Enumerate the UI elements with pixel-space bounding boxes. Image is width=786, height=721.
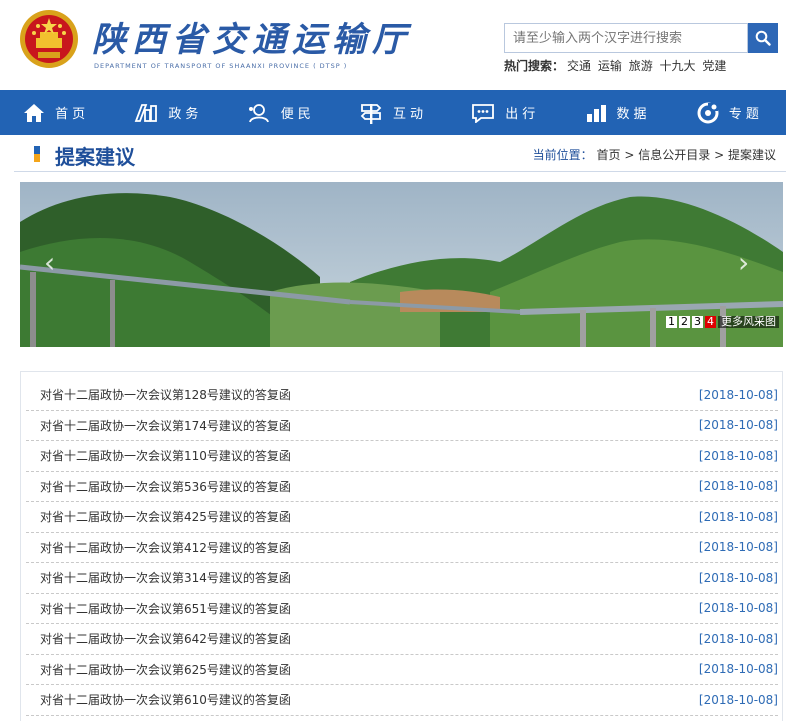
bar-chart-icon (586, 104, 606, 122)
list-item[interactable]: 对省十二届政协一次会议第536号建议的答复函 [2018-10-08] (26, 472, 778, 502)
nav-label: 互动 (392, 107, 427, 122)
nav-item-data[interactable]: 数据 (561, 90, 673, 135)
site-subtitle: DEPARTMENT OF TRANSPORT OF SHAANXI PROVI… (94, 62, 348, 70)
list-item-title[interactable]: 对省十二届政协一次会议第651号建议的答复函 (26, 600, 291, 617)
list-item[interactable]: 对省十二届政协一次会议第110号建议的答复函 [2018-10-08] (26, 441, 778, 472)
breadcrumb-label: 当前位置： (532, 148, 593, 162)
list-item[interactable]: 对省十二届政协一次会议第425号建议的答复函 [2018-10-08] (26, 502, 778, 533)
list-item-title[interactable]: 对省十二届政协一次会议第642号建议的答复函 (26, 630, 291, 647)
hot-keyword-link[interactable]: 旅游 (629, 59, 653, 73)
nav-label: 专题 (728, 107, 763, 122)
list-item-date: [2018-10-08] (698, 631, 778, 646)
list-item-title[interactable]: 对省十二届政协一次会议第412号建议的答复函 (26, 539, 291, 556)
signpost-icon (360, 103, 382, 124)
list-item-date: [2018-10-08] (698, 479, 778, 494)
list-item[interactable]: 对省十二届政协一次会议第625号建议的答复函 [2018-10-08] (26, 655, 778, 685)
list-item[interactable]: 对省十二届政协一次会议第642号建议的答复函 [2018-10-08] (26, 624, 778, 655)
search-input[interactable] (505, 24, 747, 52)
nav-item-interaction[interactable]: 互动 (337, 90, 449, 135)
nav-label: 首页 (55, 107, 90, 122)
home-icon (24, 103, 45, 122)
banner-next-arrow[interactable]: › (738, 246, 749, 279)
nav-label: 政务 (168, 107, 203, 122)
list-item-date: [2018-10-08] (698, 662, 778, 677)
message-icon (472, 103, 495, 123)
government-icon (135, 103, 158, 122)
list-item-date: [2018-10-08] (698, 570, 778, 585)
banner-pager: 1 2 3 4 更多风采图 (666, 316, 779, 328)
nav-item-home[interactable]: 首页 (0, 90, 112, 135)
list-item-title[interactable]: 对省十二届政协一次会议第425号建议的答复函 (26, 508, 291, 525)
breadcrumb-link-catalog[interactable]: 信息公开目录 (638, 148, 710, 162)
site-title[interactable]: 陕西省交通运输厅 (92, 12, 412, 61)
nav-label: 数据 (616, 107, 651, 122)
main-nav: 首页 政务 便民 互动 出行 数据 专题 (0, 90, 786, 135)
search-button[interactable] (748, 23, 778, 53)
hot-search-label: 热门搜索： (504, 59, 565, 73)
list-item-title[interactable]: 对省十二届政协一次会议第110号建议的答复函 (26, 447, 291, 464)
national-emblem-logo[interactable] (18, 8, 80, 70)
title-divider (14, 171, 786, 172)
list-item-date: [2018-10-08] (698, 418, 778, 433)
hot-keyword-link[interactable]: 十九大 (660, 59, 696, 73)
service-icon (248, 103, 269, 122)
list-item-date: [2018-10-08] (698, 387, 778, 402)
nav-label: 出行 (505, 107, 540, 122)
search-field[interactable] (504, 23, 748, 53)
list-item-date: [2018-10-08] (698, 509, 778, 524)
nav-item-topic[interactable]: 专题 (674, 90, 786, 135)
list-item-title[interactable]: 对省十二届政协一次会议第610号建议的答复函 (26, 691, 291, 708)
nav-item-travel[interactable]: 出行 (449, 90, 561, 135)
list-item-date: [2018-10-08] (698, 540, 778, 555)
list-item-title[interactable]: 对省十二届政协一次会议第625号建议的答复函 (26, 661, 291, 678)
list-item[interactable]: 对省十二届政协一次会议第610号建议的答复函 [2018-10-08] (26, 685, 778, 716)
nav-label: 便民 (280, 107, 315, 122)
banner-prev-arrow[interactable]: ‹ (44, 246, 55, 279)
list-item-date: [2018-10-08] (698, 692, 778, 707)
list-item-date: [2018-10-08] (698, 448, 778, 463)
hot-keyword-link[interactable]: 运输 (598, 59, 622, 73)
page-title: 提案建议 (55, 145, 135, 169)
topic-icon (697, 102, 719, 123)
nav-item-service[interactable]: 便民 (225, 90, 337, 135)
list-item-title[interactable]: 对省十二届政协一次会议第314号建议的答复函 (26, 569, 291, 586)
banner-more-link[interactable]: 更多风采图 (718, 316, 779, 328)
proposal-list: 对省十二届政协一次会议第128号建议的答复函 [2018-10-08] 对省十二届… (26, 380, 778, 716)
list-item[interactable]: 对省十二届政协一次会议第651号建议的答复函 [2018-10-08] (26, 594, 778, 624)
nav-item-government[interactable]: 政务 (112, 90, 224, 135)
list-item[interactable]: 对省十二届政协一次会议第128号建议的答复函 [2018-10-08] (26, 380, 778, 411)
list-item[interactable]: 对省十二届政协一次会议第314号建议的答复函 [2018-10-08] (26, 563, 778, 594)
breadcrumb: 当前位置： 首页 > 信息公开目录 > 提案建议 (533, 146, 776, 163)
breadcrumb-separator: > (714, 148, 725, 162)
list-item-title[interactable]: 对省十二届政协一次会议第128号建议的答复函 (26, 386, 291, 403)
breadcrumb-current[interactable]: 提案建议 (728, 148, 776, 162)
breadcrumb-link-home[interactable]: 首页 (597, 148, 621, 162)
list-item[interactable]: 对省十二届政协一次会议第174号建议的答复函 [2018-10-08] (26, 411, 778, 441)
list-item-title[interactable]: 对省十二届政协一次会议第174号建议的答复函 (26, 417, 291, 434)
banner-page-button-active[interactable]: 4 (705, 316, 716, 328)
list-item[interactable]: 对省十二届政协一次会议第412号建议的答复函 [2018-10-08] (26, 533, 778, 563)
site-header: 陕西省交通运输厅 DEPARTMENT OF TRANSPORT OF SHAA… (0, 0, 786, 90)
banner-page-button[interactable]: 2 (679, 316, 690, 328)
banner-page-button[interactable]: 1 (666, 316, 677, 328)
list-item-date: [2018-10-08] (698, 601, 778, 616)
hot-keyword-link[interactable]: 党建 (702, 59, 726, 73)
breadcrumb-separator: > (624, 148, 635, 162)
list-item-title[interactable]: 对省十二届政协一次会议第536号建议的答复函 (26, 478, 291, 495)
title-marker (34, 146, 40, 162)
banner-page-button[interactable]: 3 (692, 316, 703, 328)
hot-keyword-link[interactable]: 交通 (567, 59, 591, 73)
hot-search: 热门搜索： 交通 运输 旅游 十九大 党建 (504, 57, 726, 74)
search-icon (755, 30, 771, 46)
